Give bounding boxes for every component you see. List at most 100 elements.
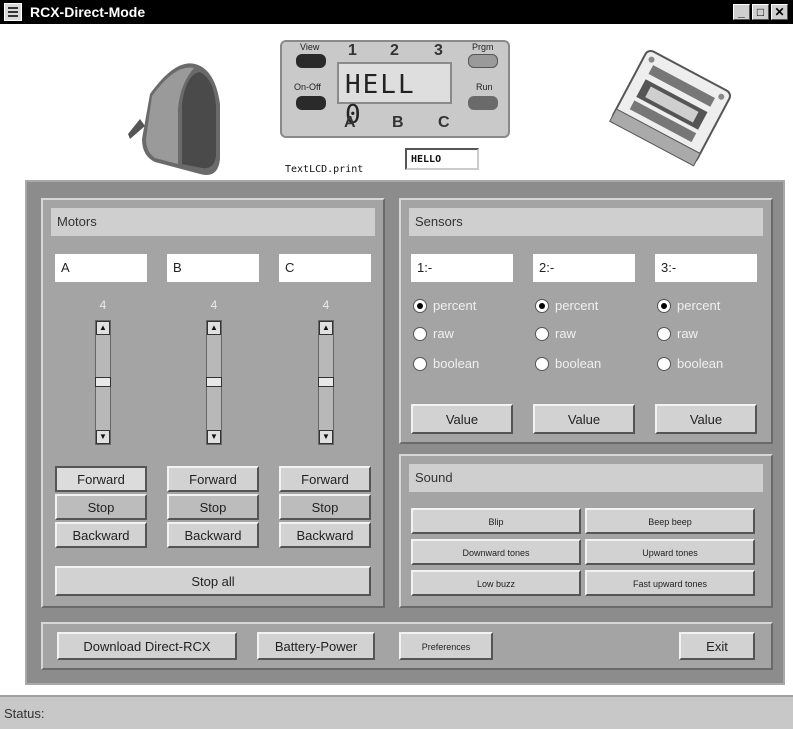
motor-a-slider[interactable]: ▲ ▼: [95, 320, 111, 445]
radio-icon[interactable]: [535, 327, 549, 341]
arrow-up-icon[interactable]: ▲: [207, 321, 221, 335]
sound-panel: Sound Blip Beep beep Downward tones Upwa…: [399, 454, 773, 608]
arrow-down-icon[interactable]: ▼: [96, 430, 110, 444]
slider-thumb[interactable]: [206, 377, 222, 387]
arrow-up-icon[interactable]: ▲: [319, 321, 333, 335]
radio-selected-icon[interactable]: [657, 299, 671, 313]
app-icon[interactable]: [4, 3, 22, 21]
motor-a-stop-button[interactable]: Stop: [55, 494, 147, 520]
prgm-button[interactable]: [468, 54, 498, 68]
sensor-1-percent-radio[interactable]: percent: [413, 298, 523, 316]
fast-upward-tones-button[interactable]: Fast upward tones: [585, 570, 755, 596]
slider-thumb[interactable]: [95, 377, 111, 387]
downward-tones-button[interactable]: Downward tones: [411, 539, 581, 565]
radio-label: boolean: [555, 356, 602, 371]
motor-b-speed: 4: [210, 298, 218, 312]
motor-b-forward-button[interactable]: Forward: [167, 466, 259, 492]
upward-tones-button[interactable]: Upward tones: [585, 539, 755, 565]
motor-c-stop-button[interactable]: Stop: [279, 494, 371, 520]
motor-b-slider[interactable]: ▲ ▼: [206, 320, 222, 445]
prgm-button-label: Prgm: [472, 42, 494, 52]
rcx-lcd-panel: 1 2 3 View On-Off Prgm Run HELL 0 A B C: [280, 40, 510, 138]
radio-label: boolean: [433, 356, 480, 371]
download-direct-rcx-button[interactable]: Download Direct-RCX: [57, 632, 237, 660]
motor-a-field[interactable]: A: [55, 254, 147, 282]
sensor-1-raw-radio[interactable]: raw: [413, 326, 523, 344]
lcd-print-input[interactable]: HELLO: [405, 148, 479, 170]
radio-icon[interactable]: [657, 357, 671, 371]
beep-beep-button[interactable]: Beep beep: [585, 508, 755, 534]
motor-b-field[interactable]: B: [167, 254, 259, 282]
preferences-button[interactable]: Preferences: [399, 632, 493, 660]
sensor-2-value-button[interactable]: Value: [533, 404, 635, 434]
blip-button[interactable]: Blip: [411, 508, 581, 534]
sensor-1-value-button[interactable]: Value: [411, 404, 513, 434]
lcd-port-a: A: [344, 114, 356, 131]
sensor-3-field[interactable]: 3:-: [655, 254, 757, 282]
radio-icon[interactable]: [413, 327, 427, 341]
radio-icon[interactable]: [535, 357, 549, 371]
arrow-up-icon[interactable]: ▲: [96, 321, 110, 335]
radio-label: raw: [555, 326, 576, 341]
radio-label: raw: [433, 326, 454, 341]
sensor-2-boolean-radio[interactable]: boolean: [535, 356, 645, 374]
radio-selected-icon[interactable]: [535, 299, 549, 313]
sensor-3-raw-radio[interactable]: raw: [657, 326, 767, 344]
close-button[interactable]: ✕: [771, 4, 788, 20]
lcd-number-2: 2: [390, 42, 399, 59]
radio-icon[interactable]: [413, 357, 427, 371]
arrow-down-icon[interactable]: ▼: [207, 430, 221, 444]
motor-b-stop-button[interactable]: Stop: [167, 494, 259, 520]
sensor-3-value-button[interactable]: Value: [655, 404, 757, 434]
sensor-2-percent-radio[interactable]: percent: [535, 298, 645, 316]
lcd-number-3: 3: [434, 42, 443, 59]
motor-c-slider[interactable]: ▲ ▼: [318, 320, 334, 445]
motor-a-backward-button[interactable]: Backward: [55, 522, 147, 548]
motor-c-forward-button[interactable]: Forward: [279, 466, 371, 492]
motors-title: Motors: [51, 208, 375, 236]
lcd-port-c: C: [438, 114, 450, 131]
toolbar-panel: Download Direct-RCX Battery-Power Prefer…: [41, 622, 773, 670]
battery-power-button[interactable]: Battery-Power: [257, 632, 375, 660]
radio-icon[interactable]: [657, 327, 671, 341]
title-bar: RCX-Direct-Mode _ □ ✕: [0, 0, 793, 24]
radio-label: percent: [555, 298, 599, 313]
radio-label: raw: [677, 326, 698, 341]
stop-all-button[interactable]: Stop all: [55, 566, 371, 596]
motors-panel: Motors A B C 4 4 4 ▲ ▼ ▲ ▼ ▲ ▼ Forward F…: [41, 198, 385, 608]
sensors-title: Sensors: [409, 208, 763, 236]
onoff-button[interactable]: [296, 96, 326, 110]
motor-b-backward-button[interactable]: Backward: [167, 522, 259, 548]
status-bar: Status:: [0, 695, 793, 729]
run-button-label: Run: [476, 82, 493, 92]
window-title: RCX-Direct-Mode: [30, 4, 146, 20]
motor-a-forward-button[interactable]: Forward: [55, 466, 147, 492]
radio-label: percent: [433, 298, 477, 313]
sensor-2-raw-radio[interactable]: raw: [535, 326, 645, 344]
slider-thumb[interactable]: [318, 377, 334, 387]
maximize-button[interactable]: □: [752, 4, 769, 20]
sensor-3-percent-radio[interactable]: percent: [657, 298, 767, 316]
onoff-button-label: On-Off: [294, 82, 321, 92]
status-label: Status:: [4, 706, 45, 721]
minimize-button[interactable]: _: [733, 4, 750, 20]
lcd-port-b: B: [392, 114, 404, 131]
motor-c-field[interactable]: C: [279, 254, 371, 282]
view-button-label: View: [300, 42, 320, 52]
lcd-screen: HELL 0: [337, 62, 452, 130]
run-button[interactable]: [468, 96, 498, 110]
lcd-print-label: TextLCD.print: [285, 164, 364, 175]
exit-button[interactable]: Exit: [679, 632, 755, 660]
view-button[interactable]: [296, 54, 326, 68]
main-panel: Motors A B C 4 4 4 ▲ ▼ ▲ ▼ ▲ ▼ Forward F…: [25, 180, 785, 685]
sensor-2-field[interactable]: 2:-: [533, 254, 635, 282]
sensor-3-boolean-radio[interactable]: boolean: [657, 356, 767, 374]
radio-selected-icon[interactable]: [413, 299, 427, 313]
sensor-1-field[interactable]: 1:-: [411, 254, 513, 282]
motor-c-backward-button[interactable]: Backward: [279, 522, 371, 548]
header: 1 2 3 View On-Off Prgm Run HELL 0 A B C …: [0, 24, 793, 175]
sensor-1-boolean-radio[interactable]: boolean: [413, 356, 523, 374]
arrow-down-icon[interactable]: ▼: [319, 430, 333, 444]
rcx-brick-image: [609, 49, 731, 167]
low-buzz-button[interactable]: Low buzz: [411, 570, 581, 596]
